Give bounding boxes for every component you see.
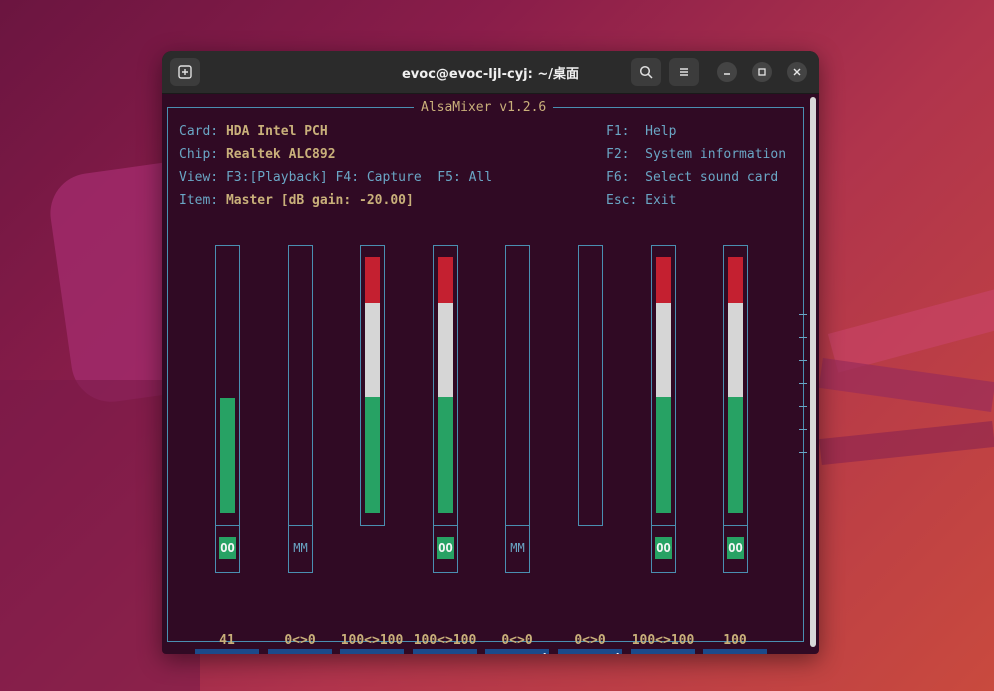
chip-value: Realtek ALC892	[225, 147, 336, 162]
menu-button[interactable]	[669, 58, 699, 86]
item-line: Item: Master [dB gain: -20.00]	[179, 193, 414, 208]
level-fill-green	[438, 396, 453, 513]
level-fill-red	[728, 257, 743, 304]
channel-name[interactable]: Headphon	[268, 649, 332, 654]
scroll-tick	[799, 314, 807, 315]
channel-name[interactable]: Front Mi	[485, 649, 549, 654]
search-button[interactable]	[631, 58, 661, 86]
title-bar[interactable]: evoc@evoc-ljl-cyj: ~/桌面	[162, 51, 819, 94]
level-fill-red	[438, 257, 453, 304]
volume-bar-7[interactable]	[723, 245, 748, 526]
volume-value: 100	[723, 633, 747, 648]
view-capture[interactable]: F4: Capture	[336, 170, 422, 185]
help-key: Esc:	[606, 193, 638, 208]
item-label: Item:	[179, 193, 219, 208]
level-fill-white	[438, 303, 453, 397]
mute-state: OO	[437, 537, 454, 559]
selected-marker-right: >	[259, 653, 267, 654]
help-key: F6:	[606, 170, 630, 185]
volume-bar-4[interactable]	[505, 245, 530, 526]
mute-state: OO	[727, 537, 744, 559]
channel-name[interactable]: Surround	[631, 649, 695, 654]
help-line-f6[interactable]: F6: Select sound card	[606, 170, 778, 185]
new-tab-button[interactable]	[170, 58, 200, 86]
level-fill-white	[728, 303, 743, 397]
help-line-f2[interactable]: F2: System information	[606, 147, 786, 162]
volume-bar-1[interactable]	[288, 245, 313, 526]
selected-marker-left: <	[186, 653, 194, 654]
terminal-area[interactable]: AlsaMixer v1.2.6 Card: HDA Intel PCH Chi…	[162, 94, 819, 654]
help-text: Select sound card	[645, 170, 779, 185]
channel-name[interactable]: Master	[195, 649, 259, 654]
help-line-esc[interactable]: Esc: Exit	[606, 193, 676, 208]
view-all[interactable]: F5: All	[437, 170, 492, 185]
level-fill-green	[365, 396, 380, 513]
terminal-scrollbar[interactable]	[810, 97, 816, 647]
mute-state: MM	[510, 541, 525, 555]
mute-toggle-4[interactable]: MM	[505, 525, 530, 573]
level-fill-white	[656, 303, 671, 397]
scroll-tick	[799, 360, 807, 361]
search-icon	[639, 65, 653, 79]
scroll-tick	[799, 452, 807, 453]
terminal-window: evoc@evoc-ljl-cyj: ~/桌面 AlsaMixer v1.2.6…	[162, 51, 819, 654]
item-value: Master [dB gain: -20.00]	[225, 193, 414, 208]
view-playback[interactable]: F3:[Playback]	[226, 170, 328, 185]
help-text: System information	[645, 147, 787, 162]
channel-name[interactable]: PCM	[340, 649, 404, 654]
close-button[interactable]	[787, 62, 807, 82]
mute-toggle-7[interactable]: OO	[723, 525, 748, 573]
help-text: Exit	[645, 193, 677, 208]
close-icon	[793, 68, 801, 76]
view-label: View:	[179, 170, 219, 185]
wallpaper-shape	[818, 358, 994, 412]
mute-toggle-6[interactable]: OO	[651, 525, 676, 573]
level-fill-red	[656, 257, 671, 304]
mute-state: MM	[293, 541, 308, 555]
mute-toggle-1[interactable]: MM	[288, 525, 313, 573]
level-fill-white	[365, 303, 380, 397]
chip-line: Chip: Realtek ALC892	[179, 147, 336, 162]
view-line: View: F3:[Playback] F4: Capture F5: All	[179, 170, 492, 185]
minimize-button[interactable]	[717, 62, 737, 82]
wallpaper-shape	[827, 287, 994, 373]
volume-bar-0[interactable]	[215, 245, 240, 526]
chip-label: Chip:	[179, 147, 219, 162]
card-line: Card: HDA Intel PCH	[179, 124, 328, 139]
maximize-icon	[758, 68, 766, 76]
new-tab-icon	[178, 65, 192, 79]
maximize-button[interactable]	[752, 62, 772, 82]
channel-name[interactable]: Front	[413, 649, 477, 654]
channel-name[interactable]: Center	[703, 649, 767, 654]
level-fill-red	[365, 257, 380, 304]
wallpaper-shape	[819, 420, 994, 466]
menu-icon	[680, 68, 688, 76]
mute-toggle-0[interactable]: OO	[215, 525, 240, 573]
help-line-f1[interactable]: F1: Help	[606, 124, 676, 139]
scroll-tick	[799, 429, 807, 430]
help-text: Help	[645, 124, 677, 139]
scroll-tick	[799, 383, 807, 384]
window-title: evoc@evoc-ljl-cyj: ~/桌面	[401, 67, 580, 82]
volume-bar-2[interactable]	[360, 245, 385, 526]
card-label: Card:	[179, 124, 219, 139]
help-key: F2:	[606, 147, 630, 162]
volume-bar-3[interactable]	[433, 245, 458, 526]
card-value: HDA Intel PCH	[225, 124, 328, 139]
level-fill-green	[656, 396, 671, 513]
alsamixer-frame	[167, 107, 804, 642]
level-fill-green	[728, 396, 743, 513]
mute-state: OO	[219, 537, 236, 559]
volume-bar-6[interactable]	[651, 245, 676, 526]
help-key: F1:	[606, 124, 630, 139]
mute-state: OO	[655, 537, 672, 559]
volume-bar-5[interactable]	[578, 245, 603, 526]
mute-toggle-3[interactable]: OO	[433, 525, 458, 573]
channel-name[interactable]: Front Mi	[558, 649, 622, 654]
level-fill-green	[220, 397, 235, 513]
minimize-icon	[724, 73, 730, 75]
scroll-tick	[799, 406, 807, 407]
scroll-tick	[799, 337, 807, 338]
alsamixer-title: AlsaMixer v1.2.6	[414, 100, 554, 115]
